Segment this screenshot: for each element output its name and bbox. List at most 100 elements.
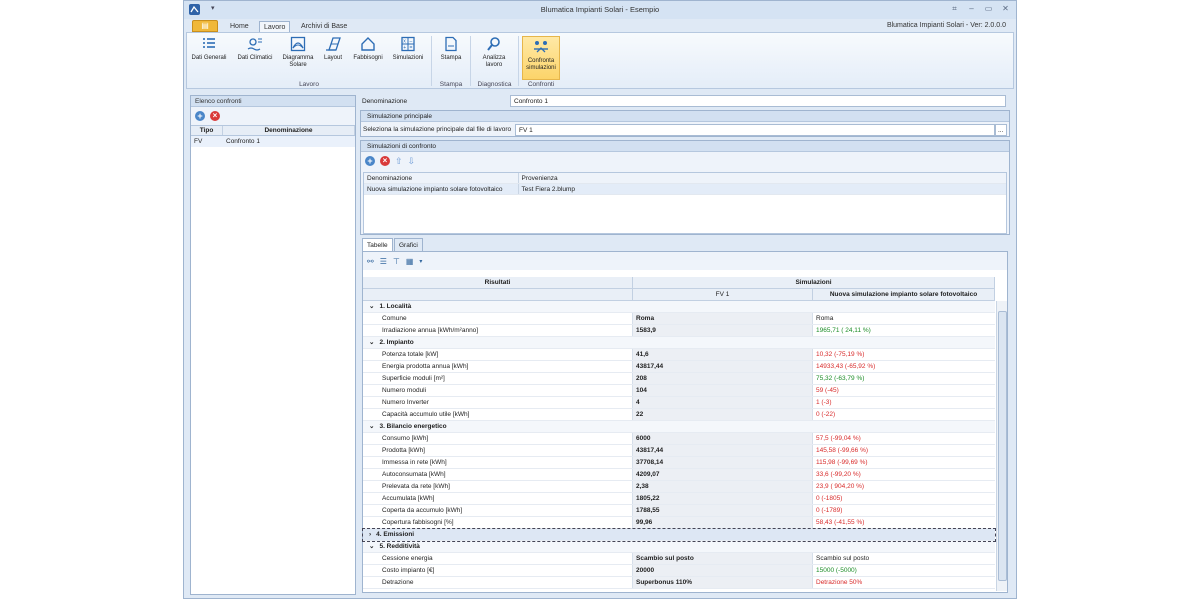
table-row[interactable]: Comune Roma Roma <box>363 313 995 325</box>
row-label: Superficie moduli [m²] <box>363 373 633 384</box>
panel-title: Elenco confronti <box>191 96 355 107</box>
svg-text:+: + <box>403 45 406 51</box>
row-label: Prodotta [kWh] <box>363 445 633 456</box>
move-down-icon[interactable]: ⇩ <box>408 156 416 167</box>
denominazione-input[interactable]: Confronto 1 <box>510 95 1006 107</box>
grid-header-top: Risultati Simulazioni <box>363 277 995 289</box>
table-row[interactable]: Immessa in rete [kWh] 37708,14 115,98 (-99… <box>363 457 995 469</box>
table-row[interactable]: Numero moduli 104 59 (-45) <box>363 385 995 397</box>
tab-tabelle[interactable]: Tabelle <box>362 238 393 252</box>
dati-climatici-button[interactable]: Dati Climatici <box>233 36 277 62</box>
table-row[interactable]: Copertura fabbisogni [%] 99,96 58,43 (-41,… <box>363 517 995 529</box>
chevron-down-icon[interactable]: ⌄ <box>369 543 374 550</box>
close-icon[interactable]: ✕ <box>1001 4 1010 14</box>
comparison-value: 145,58 (-99,66 %) <box>816 447 869 454</box>
version-label: Blumatica Impianti Solari - Ver: 2.0.0.0 <box>886 22 1006 29</box>
chevron-right-icon[interactable]: › <box>369 531 371 538</box>
move-up-icon[interactable]: ⇧ <box>395 156 403 167</box>
analyze-icon <box>487 37 500 51</box>
export-icon[interactable]: ▦ <box>406 257 414 266</box>
main-value: Roma <box>633 313 813 324</box>
confronta-simulazioni-button[interactable]: Confronta simulazioni <box>522 36 560 80</box>
column-header-comp-sim[interactable]: Nuova simulazione impianto solare fotovo… <box>813 289 995 301</box>
table-row[interactable]: Nuova simulazione impianto solare fotovo… <box>364 184 1006 195</box>
row-label: Detrazione <box>363 577 633 588</box>
filter-icon[interactable]: ⊤ <box>393 257 400 266</box>
minimize-icon[interactable]: – <box>967 4 976 14</box>
section-row[interactable]: ⌄ 1. Località <box>363 301 995 313</box>
comparison-value: 0 (-1805) <box>816 495 843 502</box>
simulazioni-button[interactable]: x – + = Simulazioni <box>388 36 428 62</box>
row-label: Numero Inverter <box>363 397 633 408</box>
main-value: 22 <box>633 409 813 420</box>
table-row[interactable]: Detrazione Superbonus 110% Detrazione 50% <box>363 577 995 589</box>
compare-icon <box>534 41 548 53</box>
list-header: Tipo Denominazione <box>191 125 355 136</box>
ribbon-toggle-icon[interactable]: ⌗ <box>950 4 959 14</box>
scrollbar-thumb[interactable] <box>998 311 1007 581</box>
layout-button[interactable]: Layout <box>318 36 348 62</box>
table-row[interactable]: Coperta da accumulo [kWh] 1788,55 0 (-1789… <box>363 505 995 517</box>
chevron-down-icon[interactable]: ⌄ <box>369 423 374 430</box>
analizza-lavoro-button[interactable]: Analizza lavoro <box>475 36 513 69</box>
sim-principale-select[interactable]: FV 1 <box>515 124 995 136</box>
table-row[interactable]: Potenza totale [kW] 41,6 10,32 (-75,19 %) <box>363 349 995 361</box>
section-title: 2. Impianto <box>379 339 414 346</box>
section-title: 1. Località <box>379 303 412 310</box>
delete-icon[interactable]: × <box>380 156 390 166</box>
section-row[interactable]: ⌄ 2. Impianto <box>363 337 995 349</box>
column-header-denominazione[interactable]: Denominazione <box>223 126 355 135</box>
chevron-down-icon[interactable]: ⌄ <box>369 303 374 310</box>
grid-header-bottom: FV 1 Nuova simulazione impianto solare f… <box>363 289 995 301</box>
add-icon[interactable]: + <box>195 111 205 121</box>
table-header: Denominazione Provenienza <box>364 173 1006 184</box>
comparison-list-panel: Elenco confronti + × Tipo Denominazione … <box>190 95 356 595</box>
comparison-value: Scambio sul posto <box>816 555 870 562</box>
dati-generali-button[interactable]: Dati Generali <box>189 36 229 62</box>
tab-grafici[interactable]: Grafici <box>394 238 423 252</box>
row-label: Comune <box>363 313 633 324</box>
section-row[interactable]: ⌄ 3. Bilancio energetico <box>363 421 995 433</box>
column-header-provenienza[interactable]: Provenienza <box>519 173 1006 183</box>
table-row[interactable]: Accumulata [kWh] 1805,22 0 (-1805) <box>363 493 995 505</box>
file-menu-button[interactable]: ▤ <box>192 20 218 32</box>
table-row[interactable]: Superficie moduli [m²] 208 75,32 (-63,79 %… <box>363 373 995 385</box>
window-title: Blumatica Impianti Solari - Esempio <box>540 5 660 14</box>
list-item[interactable]: FV Confronto 1 <box>191 136 355 147</box>
simulazione-principale-group: Simulazione principale Seleziona la simu… <box>360 110 1010 137</box>
export-dropdown-icon[interactable]: ▾ <box>419 258 422 265</box>
stampa-button[interactable]: Stampa <box>437 36 465 62</box>
table-row[interactable]: Costo impianto [€] 20000 15000 (-5000) <box>363 565 995 577</box>
chevron-down-icon[interactable]: ⌄ <box>369 339 374 346</box>
table-row[interactable]: Prodotta [kWh] 43817,44 145,58 (-99,66 %) <box>363 445 995 457</box>
simulazioni-confronto-group: Simulazioni di confronto + × ⇧ ⇩ Denomin… <box>360 140 1010 235</box>
section-row[interactable]: › 4. Emissioni <box>362 528 996 542</box>
main-value: Superbonus 110% <box>633 577 813 588</box>
add-icon[interactable]: + <box>365 156 375 166</box>
column-header-denominazione[interactable]: Denominazione <box>364 173 519 183</box>
panel-layout-icon <box>326 37 341 51</box>
table-row[interactable]: Irradiazione annua [kWh/m²anno] 1583,9 196… <box>363 325 995 337</box>
fabbisogni-button[interactable]: Fabbisogni <box>350 36 386 62</box>
group-by-icon[interactable]: ⚯ <box>367 257 374 266</box>
table-row[interactable]: Autoconsumata [kWh] 4209,07 33,6 (-99,20 %… <box>363 469 995 481</box>
comparison-value: 33,6 (-99,20 %) <box>816 471 861 478</box>
comparison-value: 1 (-3) <box>816 399 832 406</box>
table-row[interactable]: Numero Inverter 4 1 (-3) <box>363 397 995 409</box>
diagramma-solare-button[interactable]: Diagramma Solare <box>281 36 315 69</box>
vertical-scrollbar[interactable] <box>996 301 1007 591</box>
results-panel: ⚯ ☰ ⊤ ▦ ▾ Risultati Simulazioni FV 1 Nuo… <box>362 251 1008 593</box>
table-row[interactable]: Energia prodotta annua [kWh] 43817,44 1493… <box>363 361 995 373</box>
group-label-confronti: Confronti <box>527 81 555 88</box>
column-header-tipo[interactable]: Tipo <box>191 126 223 135</box>
table-row[interactable]: Capacità accumulo utile [kWh] 22 0 (-22) <box>363 409 995 421</box>
table-row[interactable]: Consumo [kWh] 6000 57,5 (-99,04 %) <box>363 433 995 445</box>
maximize-icon[interactable]: ▭ <box>984 4 993 14</box>
table-row[interactable]: Prelevata da rete [kWh] 2,38 23,9 ( 904,20… <box>363 481 995 493</box>
section-row[interactable]: ⌄ 5. Redditività <box>363 541 995 553</box>
delete-icon[interactable]: × <box>210 111 220 121</box>
column-header-main-sim[interactable]: FV 1 <box>633 289 813 301</box>
columns-icon[interactable]: ☰ <box>380 257 387 266</box>
table-row[interactable]: Cessione energia Scambio sul posto Scambio… <box>363 553 995 565</box>
browse-button[interactable]: ... <box>995 124 1007 136</box>
